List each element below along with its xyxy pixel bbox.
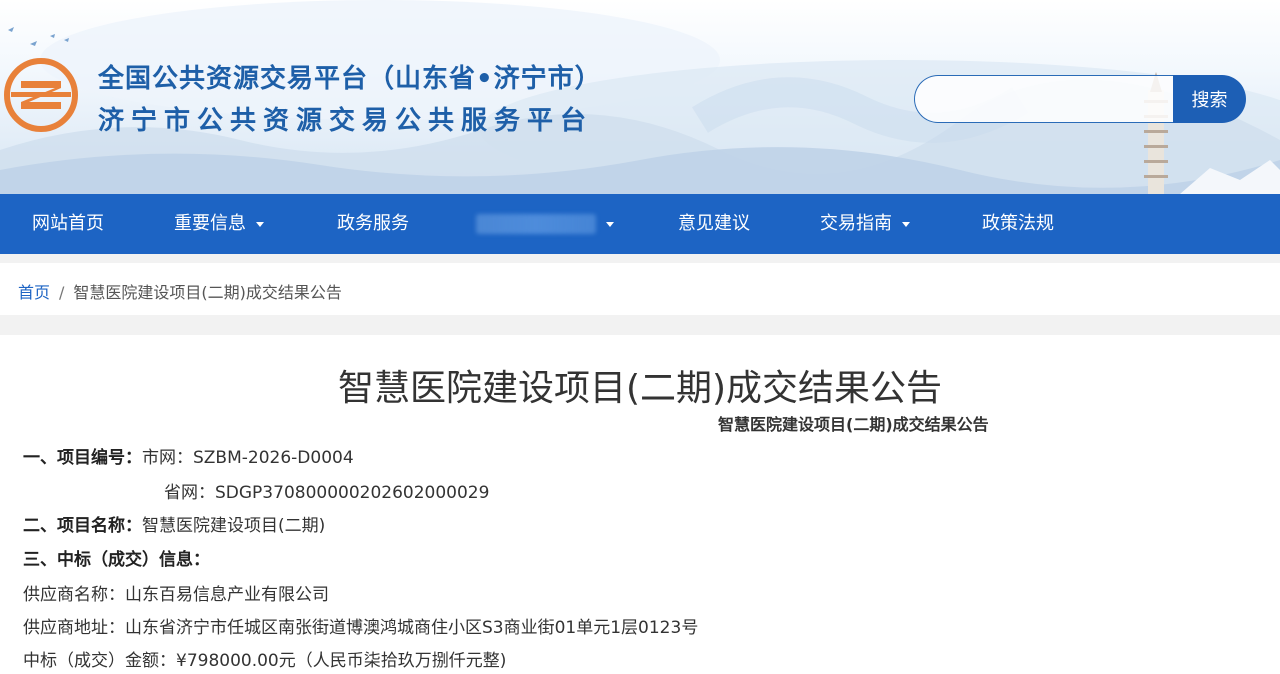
project-number-city: 市网：SZBM-2026-D0004	[142, 448, 354, 468]
supplier-address: 供应商地址：山东省济宁市任城区南张街道博澳鸿城商住小区S3商业街01单元1层01…	[23, 618, 699, 638]
article-content: 智慧医院建设项目(二期)成交结果公告 智慧医院建设项目(二期)成交结果公告 一、…	[0, 335, 1280, 674]
nav-item-trading-guide[interactable]: 交易指南	[820, 194, 910, 254]
project-number-province: 省网：SDGP370800000202602000029	[164, 483, 490, 503]
article-subtitle: 智慧医院建设项目(二期)成交结果公告	[718, 415, 989, 434]
nav-item-policies[interactable]: 政策法规	[982, 194, 1054, 254]
breadcrumb: 首页 / 智慧医院建设项目(二期)成交结果公告	[18, 279, 342, 303]
project-name-value: 智慧医院建设项目(二期)	[142, 516, 326, 536]
nav-item-label: 重要信息	[174, 213, 246, 234]
nav-item-obscured[interactable]	[476, 194, 614, 254]
project-name-label: 二、项目名称：	[23, 516, 142, 536]
caret-down-icon	[256, 221, 264, 227]
platform-logo-icon	[4, 58, 78, 132]
header-banner: 全国公共资源交易平台（山东省•济宁市） 济宁市公共资源交易公共服务平台 搜索	[0, 0, 1280, 194]
nav-item-home[interactable]: 网站首页	[32, 194, 104, 254]
search-input[interactable]	[914, 75, 1194, 123]
nav-item-label: 政策法规	[982, 213, 1054, 234]
article-title: 智慧医院建设项目(二期)成交结果公告	[337, 368, 943, 409]
award-info-label: 三、中标（成交）信息：	[23, 550, 210, 570]
nav-item-label: 意见建议	[678, 213, 750, 234]
supplier-name: 供应商名称：山东百易信息产业有限公司	[23, 585, 329, 605]
breadcrumb-separator: /	[59, 283, 65, 302]
caret-down-icon	[902, 221, 910, 227]
nav-item-label: 交易指南	[820, 213, 892, 234]
award-amount: 中标（成交）金额：¥798000.00元（人民币柒拾玖万捌仟元整)	[23, 651, 507, 671]
nav-item-label: 政务服务	[337, 213, 409, 234]
nav-item-government-services[interactable]: 政务服务	[337, 194, 409, 254]
nav-item-important-info[interactable]: 重要信息	[174, 194, 264, 254]
nav-item-label: 网站首页	[32, 213, 104, 234]
breadcrumb-current: 智慧医院建设项目(二期)成交结果公告	[73, 283, 342, 302]
search-box: 搜索	[914, 75, 1246, 123]
search-button[interactable]: 搜索	[1173, 75, 1246, 123]
main-nav: 网站首页 重要信息 政务服务 意见建议 交易指南 政策法规	[0, 194, 1280, 254]
site-title-line1: 全国公共资源交易平台（山东省•济宁市）	[98, 64, 602, 94]
project-number-label: 一、项目编号：	[23, 448, 142, 468]
breadcrumb-home-link[interactable]: 首页	[18, 283, 50, 302]
obscured-nav-label	[476, 214, 596, 234]
breadcrumb-bar: 首页 / 智慧医院建设项目(二期)成交结果公告	[0, 263, 1280, 315]
nav-item-suggestions[interactable]: 意见建议	[678, 194, 750, 254]
award-info-heading: 三、中标（成交）信息：	[23, 545, 210, 570]
site-title-line2: 济宁市公共资源交易公共服务平台	[98, 106, 594, 136]
project-number-row: 一、项目编号：市网：SZBM-2026-D0004	[23, 443, 354, 468]
caret-down-icon	[606, 221, 614, 227]
project-name-row: 二、项目名称：智慧医院建设项目(二期)	[23, 511, 325, 536]
